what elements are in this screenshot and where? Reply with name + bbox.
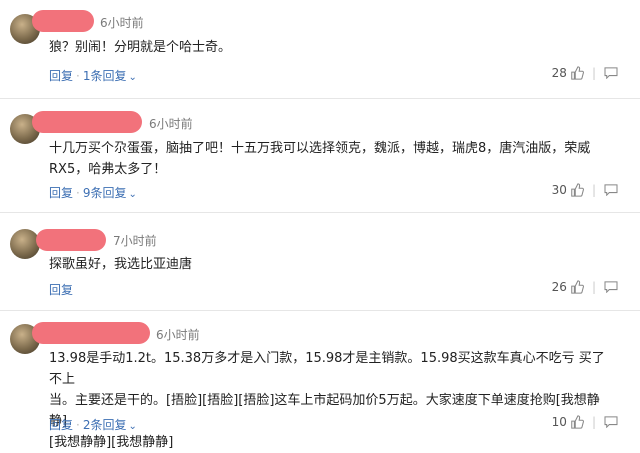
- comment-line: 十几万买个尕蛋蛋，脑抽了吧！十五万我可以选择领克，魏派，博越，瑞虎8，唐汽油版，…: [49, 141, 591, 156]
- comment-line: [我想静静][我想静静]: [49, 435, 174, 450]
- comment-2: 6小时前 十几万买个尕蛋蛋，脑抽了吧！十五万我可以选择领克，魏派，博越，瑞虎8，…: [0, 98, 640, 212]
- reply-button[interactable]: 回复: [49, 283, 73, 297]
- thumbs-up-icon[interactable]: [570, 280, 584, 294]
- comment-time: 6小时前: [149, 117, 193, 131]
- reply-icon[interactable]: [604, 67, 618, 79]
- divider-dot: ·: [76, 69, 80, 83]
- redacted-username: [32, 322, 150, 344]
- comment-actions: 回复 · 1条回复 ⌄: [49, 67, 137, 84]
- reply-button[interactable]: 回复: [49, 418, 73, 432]
- like-area: 26 |: [552, 280, 618, 294]
- comment-text: 十几万买个尕蛋蛋，脑抽了吧！十五万我可以选择领克，魏派，博越，瑞虎8，唐汽油版，…: [49, 138, 609, 180]
- reply-icon[interactable]: [604, 281, 618, 293]
- comment-4: 6小时前 13.98是手动1.2t。15.38万多才是入门款，15.98才是主销…: [0, 310, 640, 450]
- like-count: 30: [551, 183, 567, 197]
- comment-3: 7小时前 探歌虽好，我选比亚迪唐 回复 26 |: [0, 212, 640, 310]
- comment-actions: 回复 · 2条回复 ⌄: [49, 416, 137, 433]
- chevron-down-icon[interactable]: ⌄: [128, 189, 136, 200]
- like-separator: |: [591, 183, 596, 197]
- comment-1: 6小时前 狼？别闹！分明就是个哈士奇。 回复 · 1条回复 ⌄ 28 |: [0, 0, 640, 98]
- divider-dot: ·: [76, 418, 80, 432]
- reply-icon[interactable]: [604, 416, 618, 428]
- chevron-down-icon[interactable]: ⌄: [128, 72, 136, 83]
- like-area: 30 |: [552, 183, 618, 197]
- chevron-down-icon[interactable]: ⌄: [128, 421, 136, 432]
- comment-line: 13.98是手动1.2t。15.38万多才是入门款，15.98才是主销款。15.…: [49, 351, 605, 387]
- thumbs-up-icon[interactable]: [570, 415, 584, 429]
- reply-icon[interactable]: [604, 184, 618, 196]
- like-separator: |: [591, 280, 596, 294]
- comment-time: 7小时前: [113, 234, 157, 248]
- comment-time: 6小时前: [156, 328, 200, 342]
- redacted-username: [32, 111, 142, 133]
- view-replies-link[interactable]: 9条回复: [83, 186, 127, 200]
- redacted-username: [36, 229, 106, 251]
- comment-line: 探歌虽好，我选比亚迪唐: [49, 257, 193, 272]
- reply-button[interactable]: 回复: [49, 186, 73, 200]
- comment-text: 狼？别闹！分明就是个哈士奇。: [49, 37, 609, 58]
- like-area: 28 |: [552, 66, 618, 80]
- thumbs-up-icon[interactable]: [570, 183, 584, 197]
- reply-button[interactable]: 回复: [49, 69, 73, 83]
- thumbs-up-icon[interactable]: [570, 66, 584, 80]
- divider-dot: ·: [76, 186, 80, 200]
- comment-actions: 回复 · 9条回复 ⌄: [49, 184, 137, 201]
- like-count: 28: [551, 66, 567, 80]
- comment-line: 狼？别闹！分明就是个哈士奇。: [49, 40, 232, 55]
- redacted-username: [32, 10, 94, 32]
- like-count: 26: [551, 280, 567, 294]
- like-separator: |: [591, 415, 596, 429]
- avatar[interactable]: [10, 229, 40, 259]
- comment-text: 13.98是手动1.2t。15.38万多才是入门款，15.98才是主销款。15.…: [49, 348, 609, 453]
- like-area: 10 |: [552, 415, 618, 429]
- comment-text: 探歌虽好，我选比亚迪唐: [49, 254, 609, 275]
- comment-actions: 回复: [49, 281, 73, 298]
- comment-time: 6小时前: [100, 16, 144, 30]
- comment-line: RX5，哈弗太多了！: [49, 162, 167, 177]
- view-replies-link[interactable]: 1条回复: [83, 69, 127, 83]
- like-count: 10: [551, 415, 567, 429]
- view-replies-link[interactable]: 2条回复: [83, 418, 127, 432]
- like-separator: |: [591, 66, 596, 80]
